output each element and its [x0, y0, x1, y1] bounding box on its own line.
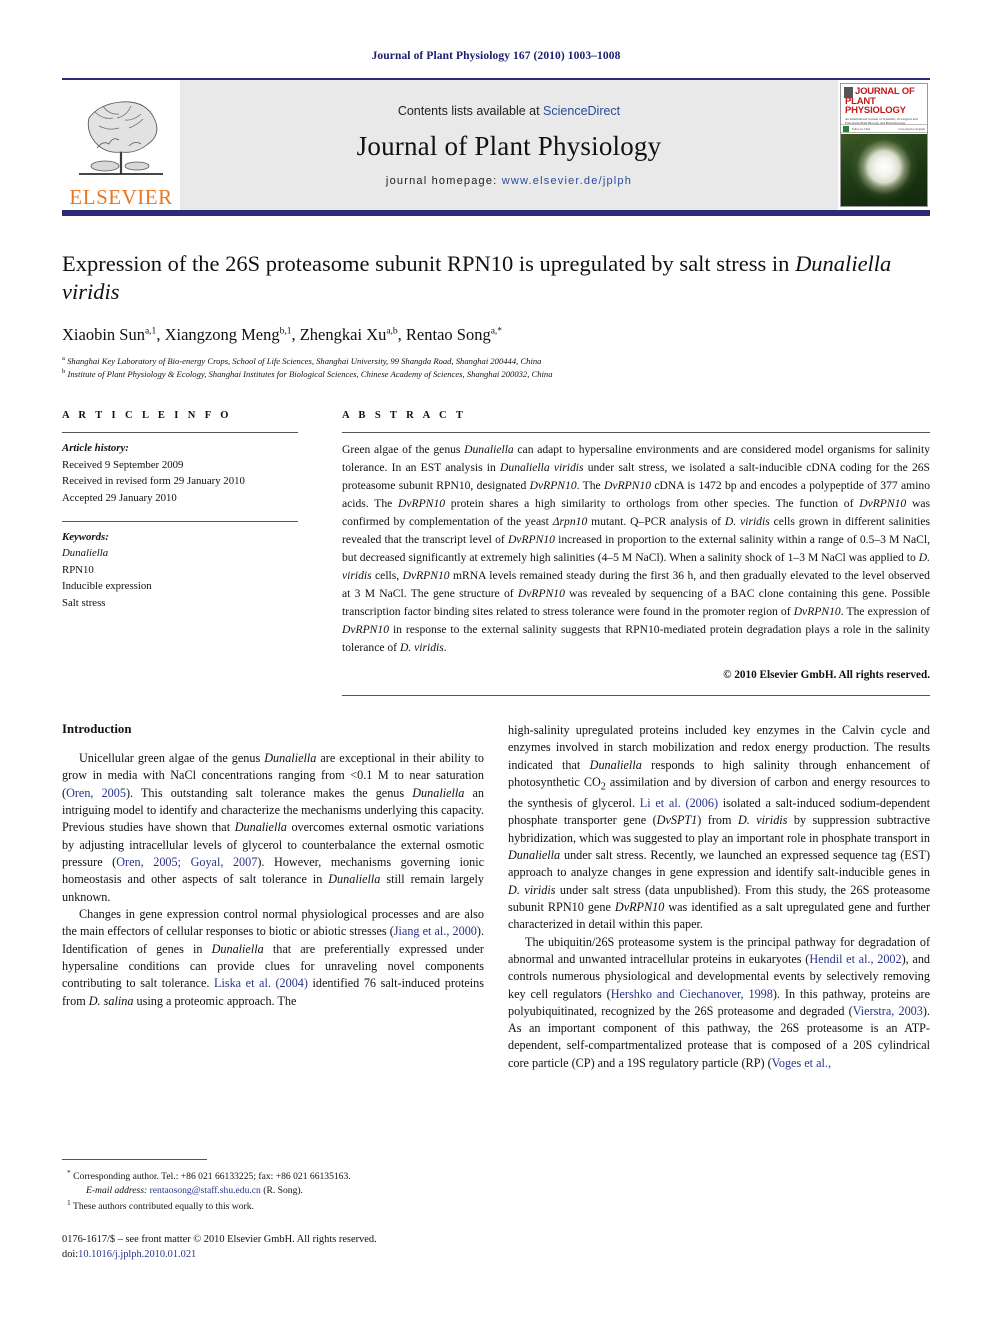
cover-header: JOURNAL OF PLANT PHYSIOLOGY An Internati… — [841, 84, 927, 125]
author-affil-marker: a,1 — [144, 326, 157, 337]
body-columns: Introduction Unicellular green algae of … — [62, 722, 930, 1072]
email-link[interactable]: rentaosong@staff.shu.edu.cn — [150, 1185, 261, 1196]
author-name: Zhengkai Xu — [299, 324, 387, 344]
sciencedirect-link[interactable]: ScienceDirect — [543, 104, 620, 118]
author-list: Xiaobin Suna,1, Xiangzong Mengb,1, Zheng… — [62, 325, 930, 345]
affiliation-a: a Shanghai Key Laboratory of Bio-energy … — [62, 354, 930, 367]
abstract-heading: A B S T R A C T — [342, 410, 467, 422]
history-accepted: Accepted 29 January 2010 — [62, 491, 177, 504]
author[interactable]: Xiangzong Mengb,1 — [165, 325, 292, 344]
cover-strip-right: www.elsevier.de/jplph — [898, 126, 925, 131]
journal-masthead: ELSEVIER Contents lists available at Sci… — [62, 80, 930, 210]
front-matter-block: 0176-1617/$ – see front matter © 2010 El… — [62, 1232, 492, 1263]
journal-title: Journal of Plant Physiology — [356, 130, 662, 161]
author-sep: , — [156, 324, 165, 344]
info-abstract-row: A R T I C L E I N F O Article history: R… — [62, 410, 931, 697]
paragraph: The ubiquitin/26S proteasome system is t… — [508, 934, 931, 1070]
footnote-corresponding-author: * Corresponding author. Tel.: +86 021 66… — [62, 1168, 492, 1184]
journal-homepage-link[interactable]: www.elsevier.de/jplph — [502, 175, 632, 187]
paragraph: Unicellular green algae of the genus Dun… — [62, 751, 484, 904]
footnote-equal-contribution: 1 These authors contributed equally to t… — [62, 1198, 492, 1214]
masthead-center: Contents lists available at ScienceDirec… — [180, 80, 838, 210]
title-block: Expression of the 26S proteasome subunit… — [62, 216, 930, 380]
author-affil-marker: a,b — [386, 326, 398, 337]
page-title: Expression of the 26S proteasome subunit… — [62, 250, 930, 306]
article-history: Article history: Received 9 September 20… — [62, 433, 298, 506]
body-column-right: high-salinity upregulated proteins inclu… — [508, 722, 930, 1072]
article-info-column: A R T I C L E I N F O Article history: R… — [62, 410, 298, 696]
doi-label: doi: — [62, 1249, 79, 1261]
author-name: Xiangzong Meng — [164, 324, 280, 344]
email-suffix: (R. Song). — [263, 1184, 303, 1196]
keywords-label: Keywords: — [62, 531, 109, 544]
doi-link[interactable]: 10.1016/j.jplph.2010.01.021 — [78, 1249, 196, 1260]
article-page: Journal of Plant Physiology 167 (2010) 1… — [0, 0, 992, 1323]
abstract-column: A B S T R A C T Green algae of the genus… — [342, 410, 931, 697]
footnote-rule — [62, 1158, 207, 1160]
keyword-item: Dunaliella — [62, 547, 109, 560]
footnote-email: E-mail address: rentaosong@staff.shu.edu… — [62, 1184, 492, 1198]
author-affil-marker: b,1 — [279, 326, 292, 337]
section-heading-introduction: Introduction — [62, 722, 132, 737]
cover-title-line2: PLANT PHYSIOLOGY — [845, 95, 906, 117]
history-received: Received 9 September 2009 — [62, 458, 184, 471]
elsevier-wordmark: ELSEVIER — [69, 185, 173, 209]
paragraph: high-salinity upregulated proteins inclu… — [508, 723, 931, 932]
article-title-line1: Expression of the 26S proteasome subunit… — [62, 251, 790, 276]
doi-line: doi:10.1016/j.jplph.2010.01.021 — [62, 1247, 492, 1263]
author-affil-marker: a,* — [490, 326, 503, 337]
author-name: Rentao Song — [405, 324, 491, 344]
author-name: Xiaobin Sun — [62, 324, 145, 344]
history-revised: Received in revised form 29 January 2010 — [62, 475, 245, 488]
footnote-corresponding-text: Corresponding author. Tel.: +86 021 6613… — [73, 1170, 351, 1182]
cover-strip-left: Editor-in-Chief — [852, 126, 871, 131]
keyword-item: Salt stress — [62, 596, 106, 609]
author[interactable]: Rentao Songa,* — [406, 325, 502, 344]
journal-homepage-line: journal homepage: www.elsevier.de/jplph — [386, 175, 632, 187]
abstract-end-rule — [342, 695, 930, 697]
cover-green-square-icon — [843, 125, 849, 132]
affiliation-marker: a — [62, 354, 65, 362]
affiliation-b: b Institute of Plant Physiology & Ecolog… — [62, 367, 930, 380]
author[interactable]: Zhengkai Xua,b — [300, 325, 398, 344]
affiliations: a Shanghai Key Laboratory of Bio-energy … — [62, 354, 930, 381]
footnote-marker: * — [67, 1167, 71, 1177]
author-sep: , — [397, 324, 406, 344]
homepage-prefix: journal homepage: — [385, 174, 502, 187]
affiliation-marker: b — [62, 368, 66, 376]
abstract-text: Green algae of the genus Dunaliella can … — [342, 443, 931, 655]
cover-publisher-mark-icon — [844, 87, 853, 98]
journal-cover-thumbnail: JOURNAL OF PLANT PHYSIOLOGY An Internati… — [840, 83, 928, 207]
footnote-equal-text: These authors contributed equally to thi… — [72, 1200, 254, 1212]
footnote-marker: 1 — [67, 1197, 71, 1207]
keyword-item: RPN10 — [62, 563, 94, 576]
issn-copyright-line: 0176-1617/$ – see front matter © 2010 El… — [62, 1233, 377, 1245]
elsevier-tree-icon — [79, 101, 163, 175]
email-label: E-mail address: — [86, 1184, 148, 1196]
keywords-block: Keywords: Dunaliella RPN10 Inducible exp… — [62, 522, 298, 611]
footnote-block: * Corresponding author. Tel.: +86 021 66… — [62, 1158, 492, 1263]
author-sep: , — [291, 324, 300, 344]
paragraph: Changes in gene expression control norma… — [62, 906, 484, 1008]
author[interactable]: Xiaobin Suna,1 — [62, 325, 156, 344]
article-info-heading: A R T I C L E I N F O — [62, 410, 232, 422]
running-head: Journal of Plant Physiology 167 (2010) 1… — [371, 50, 621, 62]
elsevier-logo[interactable]: ELSEVIER — [62, 80, 180, 210]
body-column-left: Introduction Unicellular green algae of … — [62, 722, 484, 1072]
article-history-label: Article history: — [62, 442, 129, 455]
affiliation-text: Institute of Plant Physiology & Ecology,… — [67, 368, 553, 379]
contents-prefix: Contents lists available at — [397, 103, 544, 118]
dandelion-photo-icon — [841, 134, 927, 206]
contents-available-line: Contents lists available at ScienceDirec… — [398, 104, 620, 118]
abstract-copyright: © 2010 Elsevier GmbH. All rights reserve… — [723, 669, 930, 682]
journal-cover[interactable]: JOURNAL OF PLANT PHYSIOLOGY An Internati… — [838, 80, 930, 210]
keyword-item: Inducible expression — [62, 580, 152, 593]
affiliation-text: Shanghai Key Laboratory of Bio-energy Cr… — [67, 355, 542, 366]
